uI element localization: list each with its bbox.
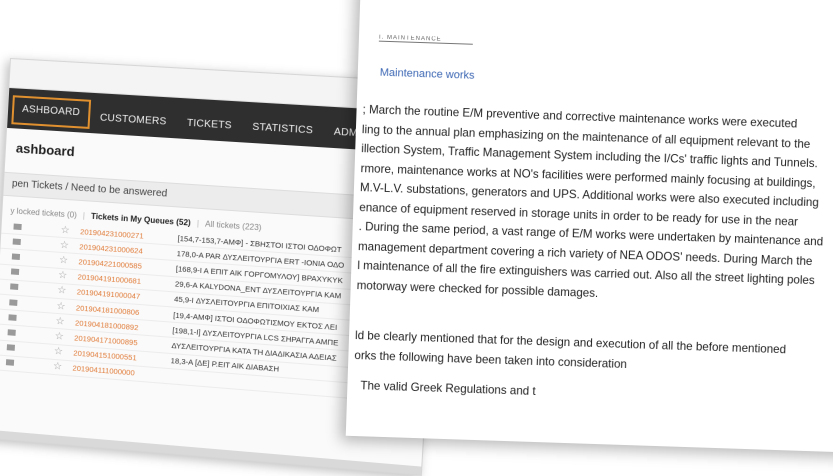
section-heading: Maintenance works xyxy=(380,67,475,82)
regulations-paragraph: The valid Greek Regulations and t xyxy=(360,376,830,411)
row-checkbox[interactable] xyxy=(9,299,17,306)
row-checkbox[interactable] xyxy=(13,238,21,245)
row-checkbox[interactable] xyxy=(10,284,18,291)
nav-tab-dashboard[interactable]: ASHBOARD xyxy=(11,95,91,129)
star-icon[interactable]: ☆ xyxy=(42,358,73,376)
nav-tab-statistics[interactable]: STATISTICS xyxy=(241,113,324,147)
maintenance-paragraph: ; March the routine E/M preventive and c… xyxy=(356,100,832,310)
filter-separator: | xyxy=(83,211,86,220)
row-checkbox[interactable] xyxy=(8,314,16,321)
row-checkbox[interactable] xyxy=(13,223,21,230)
row-checkbox[interactable] xyxy=(11,269,19,276)
horizontal-scrollbar[interactable] xyxy=(0,430,421,475)
row-checkbox-cell xyxy=(0,354,43,373)
row-checkbox[interactable] xyxy=(12,253,20,260)
row-checkbox[interactable] xyxy=(7,344,15,351)
row-checkbox[interactable] xyxy=(8,329,16,336)
row-checkbox[interactable] xyxy=(6,359,14,366)
filter-all-tickets[interactable]: All tickets (223) xyxy=(205,219,262,232)
report-document-page: I. MAINTENANCE Maintenance works ; March… xyxy=(346,0,833,453)
section-header-fragment: I. MAINTENANCE xyxy=(379,35,473,45)
considerations-paragraph: ld be clearly mentioned that for the des… xyxy=(354,326,825,381)
filter-locked-tickets[interactable]: y locked tickets (0) xyxy=(10,206,77,220)
section-header-text: I. MAINTENANCE xyxy=(379,35,473,44)
nav-tab-customers[interactable]: CUSTOMERS xyxy=(89,104,177,138)
filter-separator: | xyxy=(197,219,200,228)
nav-tab-tickets[interactable]: TICKETS xyxy=(176,109,243,142)
paragraph-line: The valid Greek Regulations and t xyxy=(360,376,830,411)
